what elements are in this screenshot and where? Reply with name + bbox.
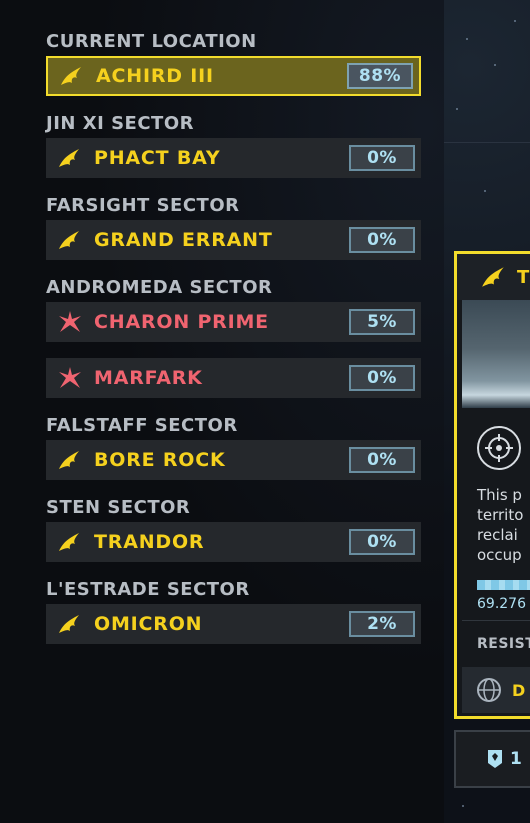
liberation-percent: 0% xyxy=(349,365,415,391)
liberation-progress-bar xyxy=(477,580,530,590)
super-earth-emblem-icon xyxy=(56,226,84,254)
sector-title: FARSIGHT SECTOR xyxy=(46,195,240,216)
planet-description: This p territo reclai occup xyxy=(477,486,524,564)
planet-list: CURRENT LOCATION ACHIRD III 88% JIN XI S… xyxy=(46,28,421,658)
medal-count: 1 xyxy=(510,749,522,769)
liberation-percent: 0% xyxy=(349,227,415,253)
resistance-label: RESIST xyxy=(477,636,530,652)
planet-row-bore-rock[interactable]: BORE ROCK 0% xyxy=(46,440,421,480)
galactic-war-screen: CURRENT LOCATION ACHIRD III 88% JIN XI S… xyxy=(0,0,530,823)
panel-header: T xyxy=(457,254,530,300)
super-earth-emblem-icon xyxy=(56,144,84,172)
liberation-percent: 0% xyxy=(349,447,415,473)
planet-name: TRANDOR xyxy=(94,531,205,553)
planet-row-omicron[interactable]: OMICRON 2% xyxy=(46,604,421,644)
medals-counter: 1 xyxy=(454,730,530,788)
panel-separator xyxy=(462,620,530,621)
footer-text: D xyxy=(512,680,526,700)
liberation-percent: 5% xyxy=(349,309,415,335)
liberation-progress-value: 69.276 xyxy=(477,596,526,612)
super-earth-emblem-icon xyxy=(56,446,84,474)
planet-row-phact-bay[interactable]: PHACT BAY 0% xyxy=(46,138,421,178)
liberation-percent: 0% xyxy=(349,145,415,171)
planet-name: CHARON PRIME xyxy=(94,311,269,333)
planet-detail-panel: T This p territo reclai occup 69.276 RES… xyxy=(454,251,530,719)
planet-name: ACHIRD III xyxy=(96,65,214,87)
automaton-emblem-icon xyxy=(56,364,84,392)
sector-title: JIN XI SECTOR xyxy=(46,113,194,134)
liberation-percent: 88% xyxy=(347,63,413,89)
medal-icon xyxy=(486,748,504,770)
planet-row-marfark[interactable]: MARFARK 0% xyxy=(46,358,421,398)
panel-footer-button[interactable]: D xyxy=(462,667,530,713)
planet-row-grand-errant[interactable]: GRAND ERRANT 0% xyxy=(46,220,421,260)
crosshair-target-icon xyxy=(477,426,521,470)
planet-image xyxy=(462,300,530,408)
super-earth-emblem-icon xyxy=(479,262,509,292)
super-earth-emblem-icon xyxy=(56,528,84,556)
planet-name: OMICRON xyxy=(94,613,203,635)
super-earth-emblem-icon xyxy=(58,62,86,90)
sector-title: L'ESTRADE SECTOR xyxy=(46,579,250,600)
planet-row-achird-iii[interactable]: ACHIRD III 88% xyxy=(46,56,421,96)
planet-row-trandor[interactable]: TRANDOR 0% xyxy=(46,522,421,562)
automaton-emblem-icon xyxy=(56,308,84,336)
planet-name: BORE ROCK xyxy=(94,449,226,471)
sector-title: ANDROMEDA SECTOR xyxy=(46,277,273,298)
panel-title: T xyxy=(517,266,530,288)
super-earth-emblem-icon xyxy=(56,610,84,638)
current-location-title: CURRENT LOCATION xyxy=(46,31,257,52)
panel-divider xyxy=(444,142,530,143)
sector-title: FALSTAFF SECTOR xyxy=(46,415,238,436)
planet-row-charon-prime[interactable]: CHARON PRIME 5% xyxy=(46,302,421,342)
liberation-percent: 0% xyxy=(349,529,415,555)
planet-name: MARFARK xyxy=(94,367,203,389)
planet-name: GRAND ERRANT xyxy=(94,229,273,251)
planet-name: PHACT BAY xyxy=(94,147,221,169)
liberation-percent: 2% xyxy=(349,611,415,637)
globe-emblem-icon xyxy=(474,675,504,705)
sector-title: STEN SECTOR xyxy=(46,497,191,518)
